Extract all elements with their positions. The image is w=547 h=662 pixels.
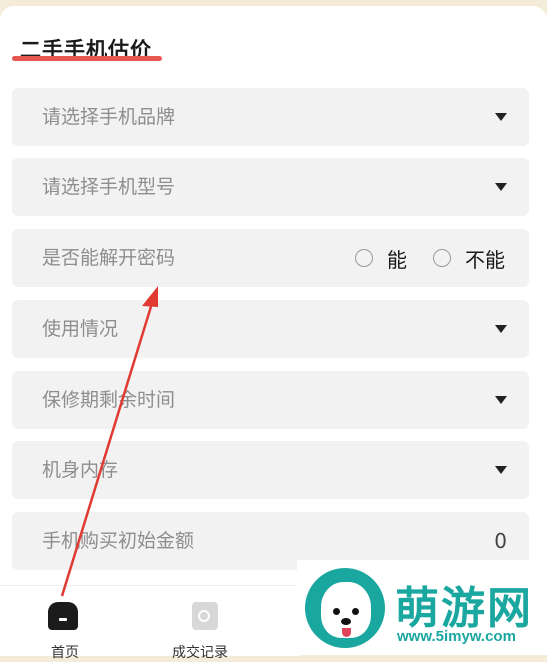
brand-select-placeholder: 请选择手机品牌	[42, 106, 176, 128]
home-icon	[48, 602, 78, 630]
caret-down-icon	[495, 183, 507, 191]
watermark-brand: 萌游网	[395, 583, 533, 634]
brand-select[interactable]: 请选择手机品牌	[12, 88, 529, 146]
dog-nose	[341, 618, 351, 625]
dog-eye	[352, 608, 359, 615]
model-select-placeholder: 请选择手机型号	[42, 176, 176, 198]
caret-down-icon	[495, 325, 507, 333]
bottom-tab-bar: 首页 成交记录	[0, 585, 300, 661]
radio-option-yes-label: 能	[387, 247, 407, 272]
radio-option-no-label: 不能	[465, 247, 505, 272]
storage-select[interactable]: 机身内存	[12, 441, 529, 499]
password-question-label: 是否能解开密码	[42, 247, 176, 269]
tab-home[interactable]: 首页	[0, 586, 130, 661]
caret-down-icon	[495, 113, 507, 121]
tab-records-label: 成交记录	[172, 645, 228, 661]
dog-eye	[333, 608, 340, 615]
tab-home-label: 首页	[51, 645, 79, 661]
password-question-row: 是否能解开密码 能 不能	[12, 229, 529, 287]
records-clock-icon	[192, 602, 218, 630]
tab-records[interactable]: 成交记录	[135, 586, 265, 661]
password-radio-group: 能 不能	[329, 229, 505, 287]
radio-option-no[interactable]: 不能	[433, 244, 505, 273]
caret-down-icon	[495, 396, 507, 404]
dog-logo-icon	[305, 568, 385, 648]
dog-face	[321, 582, 371, 638]
radio-option-yes[interactable]: 能	[355, 244, 407, 273]
warranty-select-placeholder: 保修期剩余时间	[42, 389, 176, 411]
title-underline	[12, 56, 162, 61]
storage-select-placeholder: 机身内存	[42, 459, 119, 481]
price-input-label: 手机购买初始金额	[42, 530, 195, 552]
usage-select-placeholder: 使用情况	[42, 318, 119, 340]
watermark-overlay: 萌游网 www.5imyw.com	[297, 560, 547, 655]
watermark-url: www.5imyw.com	[397, 628, 516, 645]
radio-circle-icon[interactable]	[433, 249, 451, 267]
usage-select[interactable]: 使用情况	[12, 300, 529, 358]
caret-down-icon	[495, 466, 507, 474]
warranty-select[interactable]: 保修期剩余时间	[12, 371, 529, 429]
model-select[interactable]: 请选择手机型号	[12, 158, 529, 216]
radio-circle-icon[interactable]	[355, 249, 373, 267]
dog-tongue	[342, 628, 351, 637]
